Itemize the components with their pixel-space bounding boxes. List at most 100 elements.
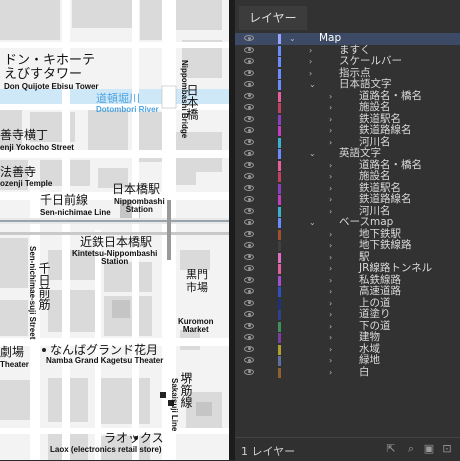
- layer-row[interactable]: › 鉄道路線名: [235, 193, 460, 206]
- layer-row[interactable]: › 地下鉄線路: [235, 239, 460, 252]
- visibility-eye-icon[interactable]: [244, 58, 254, 64]
- visibility-eye-icon[interactable]: [244, 357, 254, 363]
- visibility-eye-icon[interactable]: [244, 219, 254, 225]
- layer-row[interactable]: ⌄ ベースmap: [235, 216, 460, 229]
- collapse-right-icon[interactable]: ›: [329, 206, 332, 218]
- collapse-right-icon[interactable]: ›: [329, 240, 332, 252]
- layer-row[interactable]: ⌄ 日本語文字: [235, 78, 460, 91]
- map-label-sennichimae-suji: 千日前筋: [37, 262, 51, 310]
- collapse-right-icon[interactable]: ›: [329, 114, 332, 126]
- collapse-right-icon[interactable]: ›: [329, 275, 332, 287]
- layer-row[interactable]: › 鉄道駅名: [235, 182, 460, 195]
- visibility-eye-icon[interactable]: [244, 150, 254, 156]
- visibility-eye-icon[interactable]: [244, 288, 254, 294]
- layer-row[interactable]: › 高速道路: [235, 285, 460, 298]
- visibility-eye-icon[interactable]: [244, 69, 254, 76]
- visibility-eye-icon[interactable]: [244, 345, 254, 352]
- layer-list: ⌄ Map › ますく › スケールバー › 指示点 ⌄ 日本語文字 › 道路名・橋名 › 施設名 › 鉄道駅…: [235, 33, 460, 433]
- export-icon[interactable]: ⇱: [385, 443, 397, 455]
- collapse-right-icon[interactable]: ›: [329, 102, 332, 114]
- visibility-eye-icon[interactable]: [244, 230, 254, 237]
- tab-layers[interactable]: レイヤー: [239, 6, 307, 30]
- visibility-eye-icon[interactable]: [244, 299, 254, 306]
- map-canvas[interactable]: ドン・キホーテ えびすタワー Don Quijote Ebisu Tower 道…: [0, 0, 229, 460]
- layer-row[interactable]: › 上の道: [235, 297, 460, 310]
- collapse-right-icon[interactable]: ›: [329, 298, 332, 310]
- collapse-right-icon[interactable]: ›: [329, 229, 332, 241]
- visibility-eye-icon[interactable]: [244, 104, 254, 110]
- visibility-eye-icon[interactable]: [244, 115, 254, 122]
- collapse-right-icon[interactable]: ›: [329, 194, 332, 206]
- collapse-right-icon[interactable]: ›: [309, 68, 312, 80]
- visibility-eye-icon[interactable]: [244, 173, 254, 179]
- expand-down-icon[interactable]: ⌄: [309, 148, 316, 160]
- collapse-right-icon[interactable]: ›: [329, 344, 332, 356]
- layer-name: 日本語文字: [339, 78, 392, 90]
- layer-row[interactable]: › 私鉄線路: [235, 274, 460, 287]
- map-label-ebisu-tower: えびすタワー: [4, 67, 83, 82]
- collapse-right-icon[interactable]: ›: [329, 252, 332, 264]
- layers-panel: レイヤー ⌄ Map › ますく › スケールバー › 指示点 ⌄ 日本語文字 › 道路名・橋名 › 施設…: [235, 0, 460, 461]
- collapse-right-icon[interactable]: ›: [329, 125, 332, 137]
- layer-row[interactable]: ⌄ 英語文字: [235, 147, 460, 160]
- visibility-eye-icon[interactable]: [244, 207, 254, 214]
- collapse-right-icon[interactable]: ›: [329, 355, 332, 367]
- layer-row[interactable]: › 施設名: [235, 101, 460, 114]
- visibility-eye-icon[interactable]: [244, 161, 254, 168]
- collapse-right-icon[interactable]: ›: [329, 183, 332, 195]
- visibility-eye-icon[interactable]: [244, 242, 254, 248]
- layer-color-swatch: [278, 310, 281, 320]
- layer-row[interactable]: › 鉄道路線名: [235, 124, 460, 137]
- collapse-right-icon[interactable]: ›: [329, 137, 332, 149]
- collapse-right-icon[interactable]: ›: [329, 309, 332, 321]
- visibility-eye-icon[interactable]: [244, 138, 254, 145]
- collapse-right-icon[interactable]: ›: [329, 367, 332, 379]
- layer-row[interactable]: › 道路名・橋名: [235, 90, 460, 103]
- layer-row[interactable]: › 道塗り: [235, 308, 460, 321]
- visibility-eye-icon[interactable]: [244, 253, 254, 260]
- collapse-right-icon[interactable]: ›: [329, 160, 332, 172]
- collapse-right-icon[interactable]: ›: [329, 91, 332, 103]
- new-layer-icon[interactable]: ▣: [423, 443, 435, 455]
- visibility-eye-icon[interactable]: [244, 276, 254, 283]
- visibility-eye-icon[interactable]: [244, 35, 254, 41]
- layer-row[interactable]: › 緑地: [235, 354, 460, 367]
- map-label-hozenji-temple: 法善寺: [0, 165, 37, 179]
- layer-row[interactable]: › 水域: [235, 343, 460, 356]
- layer-row[interactable]: › スケールバー: [235, 55, 460, 68]
- layer-row[interactable]: › 施設名: [235, 170, 460, 183]
- visibility-eye-icon[interactable]: [244, 368, 254, 375]
- collapse-right-icon[interactable]: ›: [329, 263, 332, 275]
- layer-color-swatch: [278, 206, 281, 217]
- collapse-right-icon[interactable]: ›: [329, 332, 332, 344]
- layer-row[interactable]: › 地下鉄駅: [235, 228, 460, 241]
- collapse-right-icon[interactable]: ›: [309, 45, 312, 57]
- search-icon[interactable]: ⌕: [405, 443, 417, 455]
- visibility-eye-icon[interactable]: [244, 81, 254, 87]
- delete-icon[interactable]: ⊡: [441, 443, 453, 455]
- layer-row[interactable]: › JR線路トンネル: [235, 262, 460, 275]
- collapse-right-icon[interactable]: ›: [329, 171, 332, 183]
- visibility-eye-icon[interactable]: [244, 196, 254, 202]
- visibility-eye-icon[interactable]: [244, 322, 254, 329]
- visibility-eye-icon[interactable]: [244, 92, 254, 99]
- visibility-eye-icon[interactable]: [244, 184, 254, 191]
- map-label-sennichimae-line-en: Sen-nichimae Line: [40, 208, 111, 217]
- layer-row[interactable]: › 道路名・橋名: [235, 159, 460, 172]
- visibility-eye-icon[interactable]: [244, 334, 254, 340]
- expand-down-icon[interactable]: ⌄: [289, 33, 296, 45]
- expand-down-icon[interactable]: ⌄: [309, 79, 316, 91]
- collapse-right-icon[interactable]: ›: [329, 286, 332, 298]
- visibility-eye-icon[interactable]: [244, 127, 254, 133]
- layer-row[interactable]: › 建物: [235, 331, 460, 344]
- visibility-eye-icon[interactable]: [244, 265, 254, 271]
- visibility-eye-icon[interactable]: [244, 46, 254, 53]
- layer-row[interactable]: › 下の道: [235, 320, 460, 333]
- layer-row[interactable]: › 鉄道駅名: [235, 113, 460, 126]
- expand-down-icon[interactable]: ⌄: [309, 217, 316, 229]
- layer-row[interactable]: ⌄ Map: [235, 33, 460, 45]
- collapse-right-icon[interactable]: ›: [329, 321, 332, 333]
- layer-row[interactable]: › 白: [235, 366, 460, 379]
- visibility-eye-icon[interactable]: [244, 311, 254, 317]
- collapse-right-icon[interactable]: ›: [309, 56, 312, 68]
